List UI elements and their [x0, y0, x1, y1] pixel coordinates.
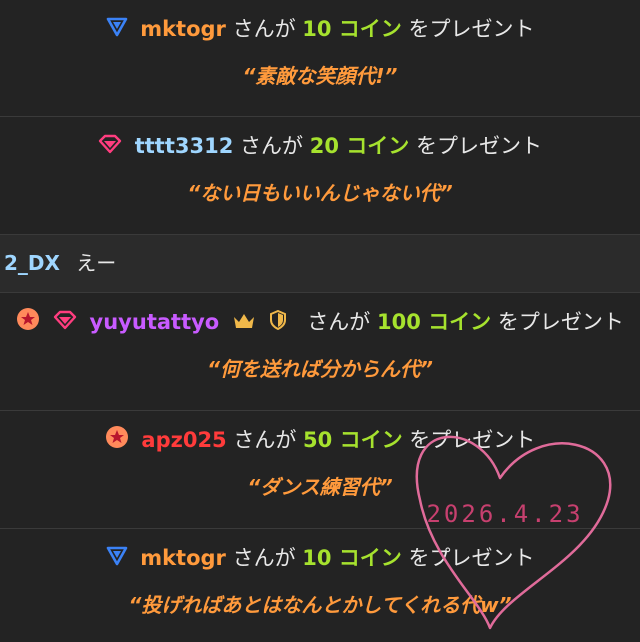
gift-message: “素敵な笑顔代!”	[242, 64, 398, 88]
verb-text: さんが	[232, 17, 296, 41]
gift-line: yuyutattyo さんが 100 コイン をプレゼント	[0, 307, 640, 339]
gift-feed: mktogr さんが 10 コイン をプレゼント “素敵な笑顔代!” tttt3…	[0, 0, 640, 642]
chat-message: 2_DX えー	[0, 235, 640, 293]
gift-message: “ない日もいいんじゃない代”	[187, 181, 453, 205]
gift-card: yuyutattyo さんが 100 コイン をプレゼント “何を送れば分からん…	[0, 293, 640, 411]
username[interactable]: mktogr	[140, 17, 226, 41]
gift-text: をプレゼント	[408, 17, 535, 41]
gift-message: “ダンス練習代”	[247, 475, 393, 499]
gem-icon	[98, 132, 122, 162]
chat-username[interactable]: 2_DX	[4, 251, 60, 275]
verb-text: さんが	[232, 546, 296, 570]
verb-text: さんが	[240, 134, 304, 158]
verb-text: さんが	[307, 310, 371, 334]
coin-amount: 100 コイン	[376, 310, 492, 334]
gift-text: をプレゼント	[415, 134, 542, 158]
gift-text: をプレゼント	[497, 310, 624, 334]
coin-amount: 50 コイン	[303, 428, 403, 452]
gift-card: apz025 さんが 50 コイン をプレゼント “ダンス練習代”	[0, 411, 640, 529]
gift-text: をプレゼント	[409, 428, 536, 452]
triangle-down-icon	[106, 544, 128, 574]
username[interactable]: mktogr	[140, 546, 226, 570]
gift-text: をプレゼント	[408, 546, 535, 570]
star-badge-icon	[105, 425, 129, 457]
username[interactable]: yuyutattyo	[90, 310, 220, 334]
username[interactable]: apz025	[141, 428, 226, 452]
chat-text: えー	[76, 251, 117, 275]
gift-card: mktogr さんが 10 コイン をプレゼント “素敵な笑顔代!”	[0, 0, 640, 117]
coin-amount: 10 コイン	[302, 17, 402, 41]
verb-text: さんが	[233, 428, 297, 452]
coin-amount: 10 コイン	[302, 546, 402, 570]
gem-icon	[53, 308, 77, 338]
gift-line: tttt3312 さんが 20 コイン をプレゼント	[0, 131, 640, 162]
triangle-down-icon	[106, 15, 128, 45]
gift-line: mktogr さんが 10 コイン をプレゼント	[0, 14, 640, 45]
gift-message: “何を送れば分からん代”	[207, 357, 433, 381]
chat-message-content: 2_DX えー	[4, 249, 116, 277]
gift-card: mktogr さんが 10 コイン をプレゼント “投げればあとはなんとかしてく…	[0, 529, 640, 642]
shield-icon	[269, 308, 287, 338]
coin-amount: 20 コイン	[309, 134, 410, 158]
gift-card: tttt3312 さんが 20 コイン をプレゼント “ない日もいいんじゃない代…	[0, 117, 640, 235]
gift-line: apz025 さんが 50 コイン をプレゼント	[0, 425, 640, 457]
gift-message: “投げればあとはなんとかしてくれる代w”	[128, 593, 512, 617]
gift-line: mktogr さんが 10 コイン をプレゼント	[0, 543, 640, 574]
star-badge-icon	[16, 307, 40, 339]
crown-icon	[232, 308, 256, 338]
username[interactable]: tttt3312	[135, 134, 234, 158]
